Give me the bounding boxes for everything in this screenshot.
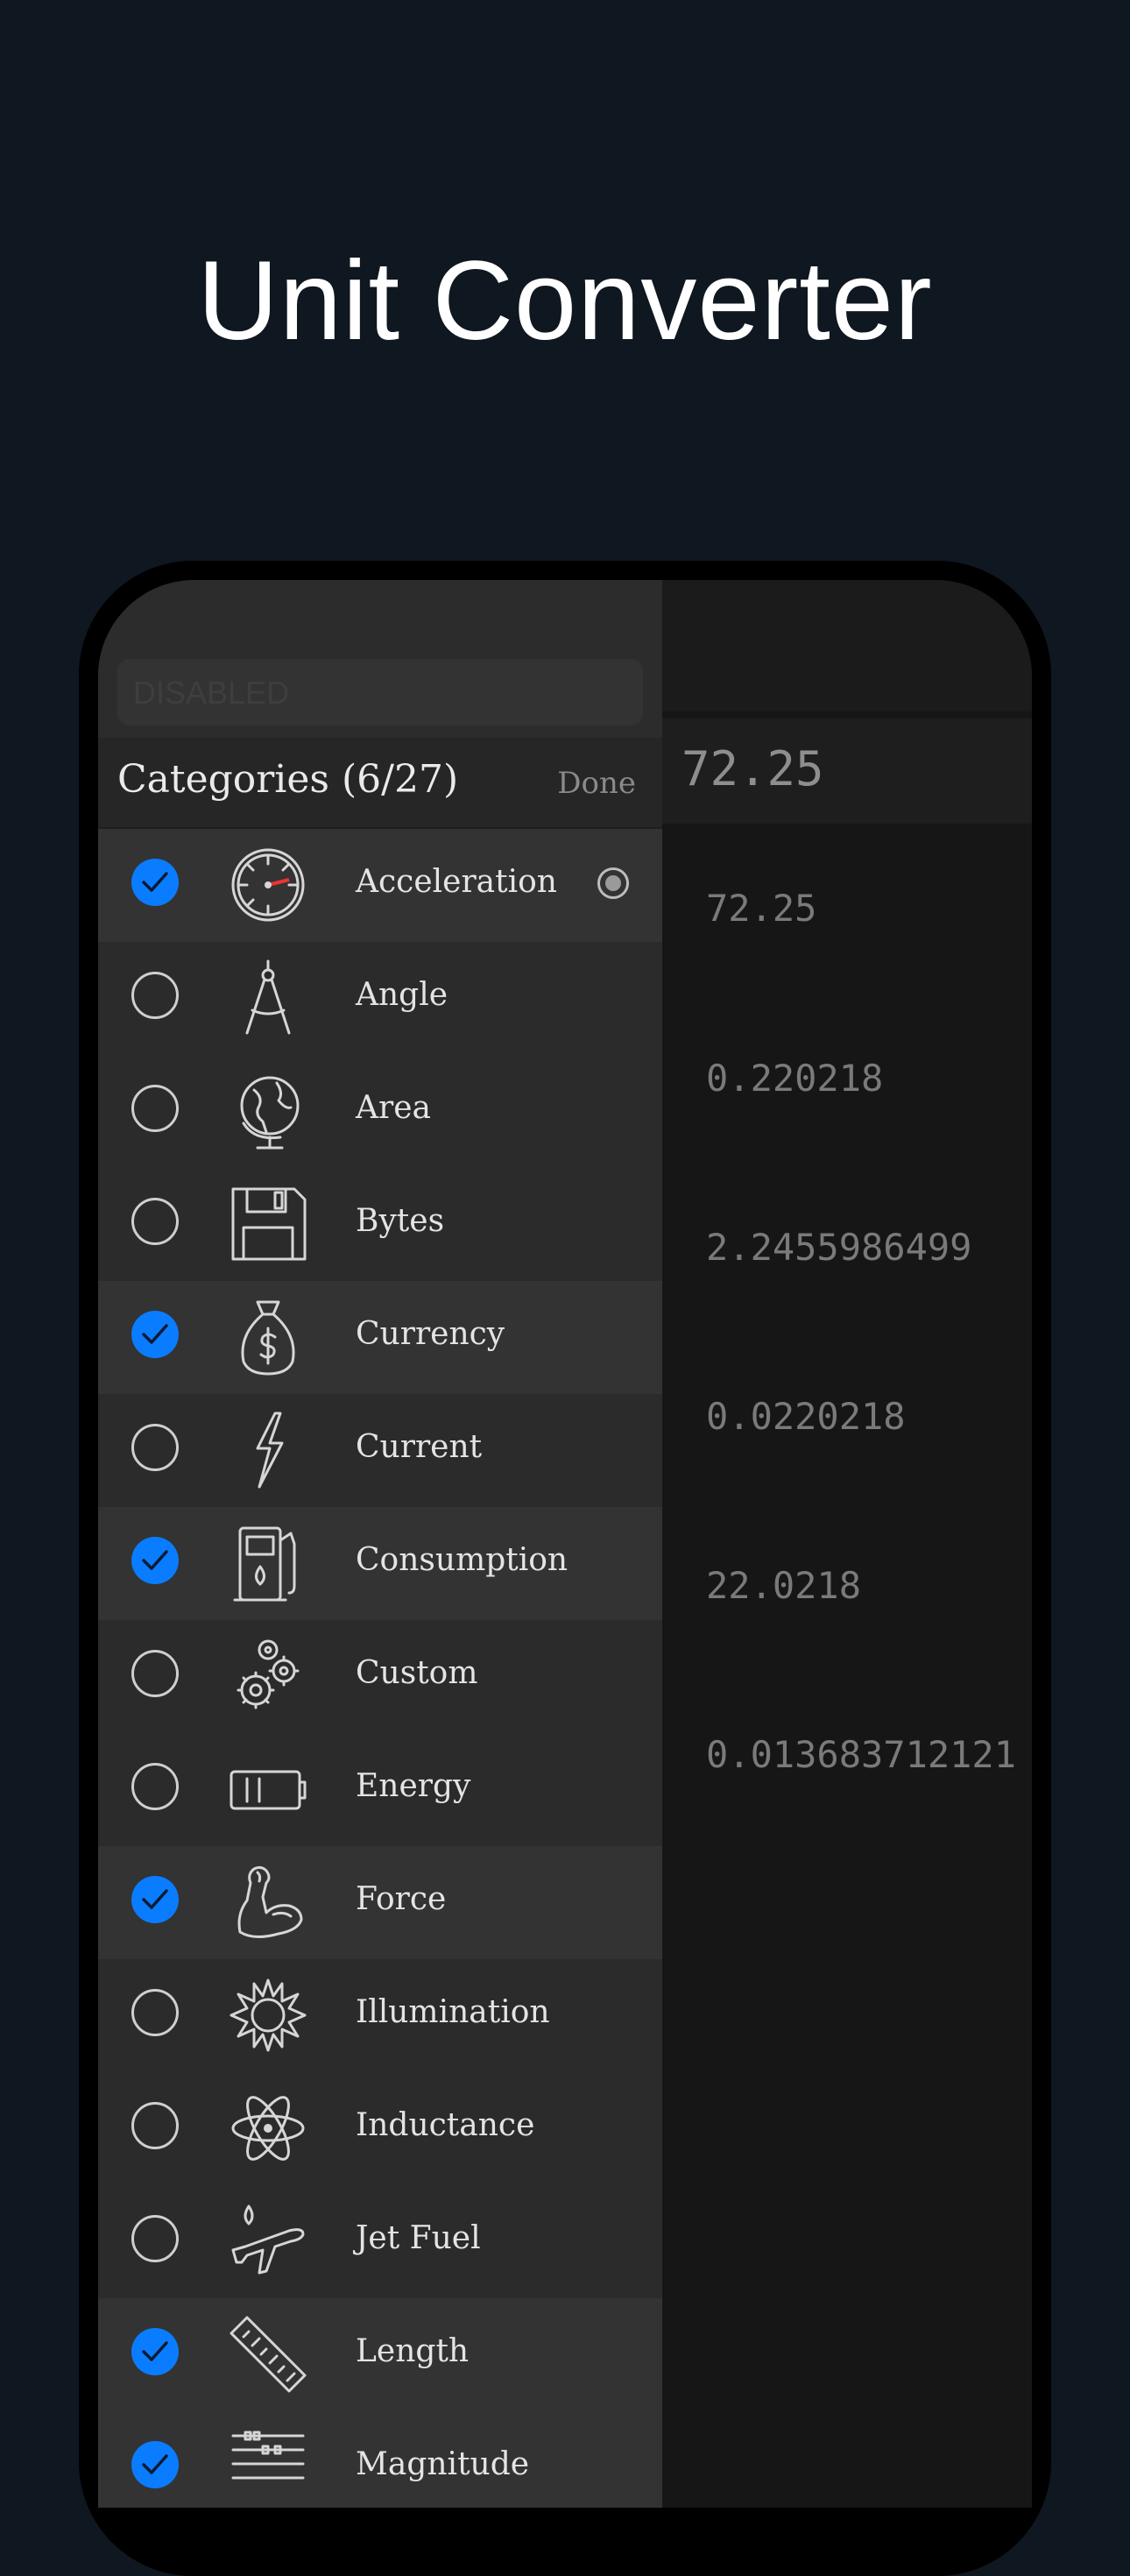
categories-panel: DISABLED Categories (6/27) Done Accelera…	[98, 580, 662, 2508]
result-value[interactable]: 0.0220218	[706, 1395, 906, 1438]
category-label: Length	[356, 2333, 470, 2369]
atom-icon	[228, 2088, 308, 2169]
checkmark-empty-icon[interactable]	[131, 972, 179, 1019]
checkmark-empty-icon[interactable]	[131, 2102, 179, 2149]
checkmark-empty-icon[interactable]	[131, 1198, 179, 1245]
checkmark-checked-icon[interactable]	[131, 2328, 179, 2375]
checkmark-empty-icon[interactable]	[131, 1989, 179, 2036]
flexed-arm-icon	[228, 1862, 308, 1943]
category-label: Angle	[356, 977, 448, 1013]
category-label: Magnitude	[356, 2446, 530, 2482]
category-label: Jet Fuel	[356, 2220, 481, 2256]
result-value[interactable]: 2.2455986499	[706, 1226, 971, 1269]
speedometer-icon	[228, 845, 308, 925]
category-row[interactable]: Angle	[98, 942, 662, 1055]
money-bag-icon	[228, 1297, 308, 1377]
sun-icon	[228, 1975, 308, 2056]
result-value[interactable]: 22.0218	[706, 1564, 861, 1607]
checkmark-checked-icon[interactable]	[131, 1311, 179, 1358]
category-row[interactable]: Custom	[98, 1620, 662, 1733]
category-row[interactable]: Jet Fuel	[98, 2185, 662, 2298]
selected-radio-icon[interactable]	[597, 867, 629, 899]
value-input-text: 72.25	[682, 741, 824, 796]
value-input[interactable]: 72.25	[662, 718, 1032, 824]
category-label: Bytes	[356, 1203, 445, 1239]
checkmark-empty-icon[interactable]	[131, 1763, 179, 1810]
category-label: Currency	[356, 1316, 505, 1352]
compass-icon	[228, 958, 308, 1038]
checkmark-checked-icon[interactable]	[131, 859, 179, 906]
ruler-icon	[228, 2314, 308, 2395]
page-headline: Unit Converter	[197, 238, 933, 364]
result-value[interactable]: 0.013683712121	[706, 1733, 1016, 1776]
floppy-disk-icon	[228, 1184, 308, 1264]
category-row[interactable]: Currency	[98, 1281, 662, 1394]
checkmark-checked-icon[interactable]	[131, 1876, 179, 1923]
result-value[interactable]: 0.220218	[706, 1057, 883, 1100]
checkmark-empty-icon[interactable]	[131, 1085, 179, 1132]
app-screen: 72.25 72.25 0.220218 2.2455986499 0.0220218…	[98, 580, 1032, 2508]
category-label: Energy	[356, 1768, 471, 1804]
category-row[interactable]: Illumination	[98, 1959, 662, 2072]
globe-icon	[228, 1071, 308, 1151]
search-field[interactable]: DISABLED	[117, 659, 643, 725]
category-label: Area	[356, 1090, 431, 1126]
category-row[interactable]: Area	[98, 1055, 662, 1168]
converter-top-bar	[662, 580, 1032, 711]
checkmark-checked-icon[interactable]	[131, 1537, 179, 1584]
category-row[interactable]: Acceleration	[98, 829, 662, 942]
category-label: Custom	[356, 1655, 478, 1691]
checkmark-empty-icon[interactable]	[131, 1424, 179, 1471]
checkmark-empty-icon[interactable]	[131, 1650, 179, 1697]
category-label: Inductance	[356, 2107, 535, 2143]
categories-header: Categories (6/27) Done	[98, 738, 662, 829]
category-label: Acceleration	[356, 864, 557, 900]
converter-pane: 72.25 72.25 0.220218 2.2455986499 0.0220218…	[662, 580, 1032, 2508]
search-placeholder: DISABLED	[133, 675, 290, 711]
abacus-icon	[228, 2427, 308, 2508]
done-button[interactable]: Done	[557, 766, 636, 801]
category-row[interactable]: Magnitude	[98, 2411, 662, 2508]
result-value[interactable]: 72.25	[706, 887, 816, 930]
category-row[interactable]: Force	[98, 1846, 662, 1959]
category-label: Force	[356, 1881, 447, 1917]
category-row[interactable]: Length	[98, 2298, 662, 2411]
category-row[interactable]: Current	[98, 1394, 662, 1507]
categories-title: Categories (6/27)	[117, 757, 459, 802]
category-row[interactable]: Energy	[98, 1733, 662, 1846]
gears-icon	[228, 1636, 308, 1716]
category-label: Illumination	[356, 1994, 550, 2030]
checkmark-checked-icon[interactable]	[131, 2441, 179, 2488]
category-row[interactable]: Bytes	[98, 1168, 662, 1281]
checkmark-empty-icon[interactable]	[131, 2215, 179, 2262]
category-row[interactable]: Consumption	[98, 1507, 662, 1620]
category-row[interactable]: Inductance	[98, 2072, 662, 2185]
airplane-icon	[228, 2201, 308, 2282]
battery-icon	[228, 1749, 308, 1829]
lightning-icon	[228, 1410, 308, 1490]
fuel-pump-icon	[228, 1523, 308, 1603]
category-label: Current	[356, 1429, 483, 1465]
category-label: Consumption	[356, 1542, 569, 1578]
categories-list: Acceleration Angle Area Bytes Currency Curren…	[98, 829, 662, 2508]
